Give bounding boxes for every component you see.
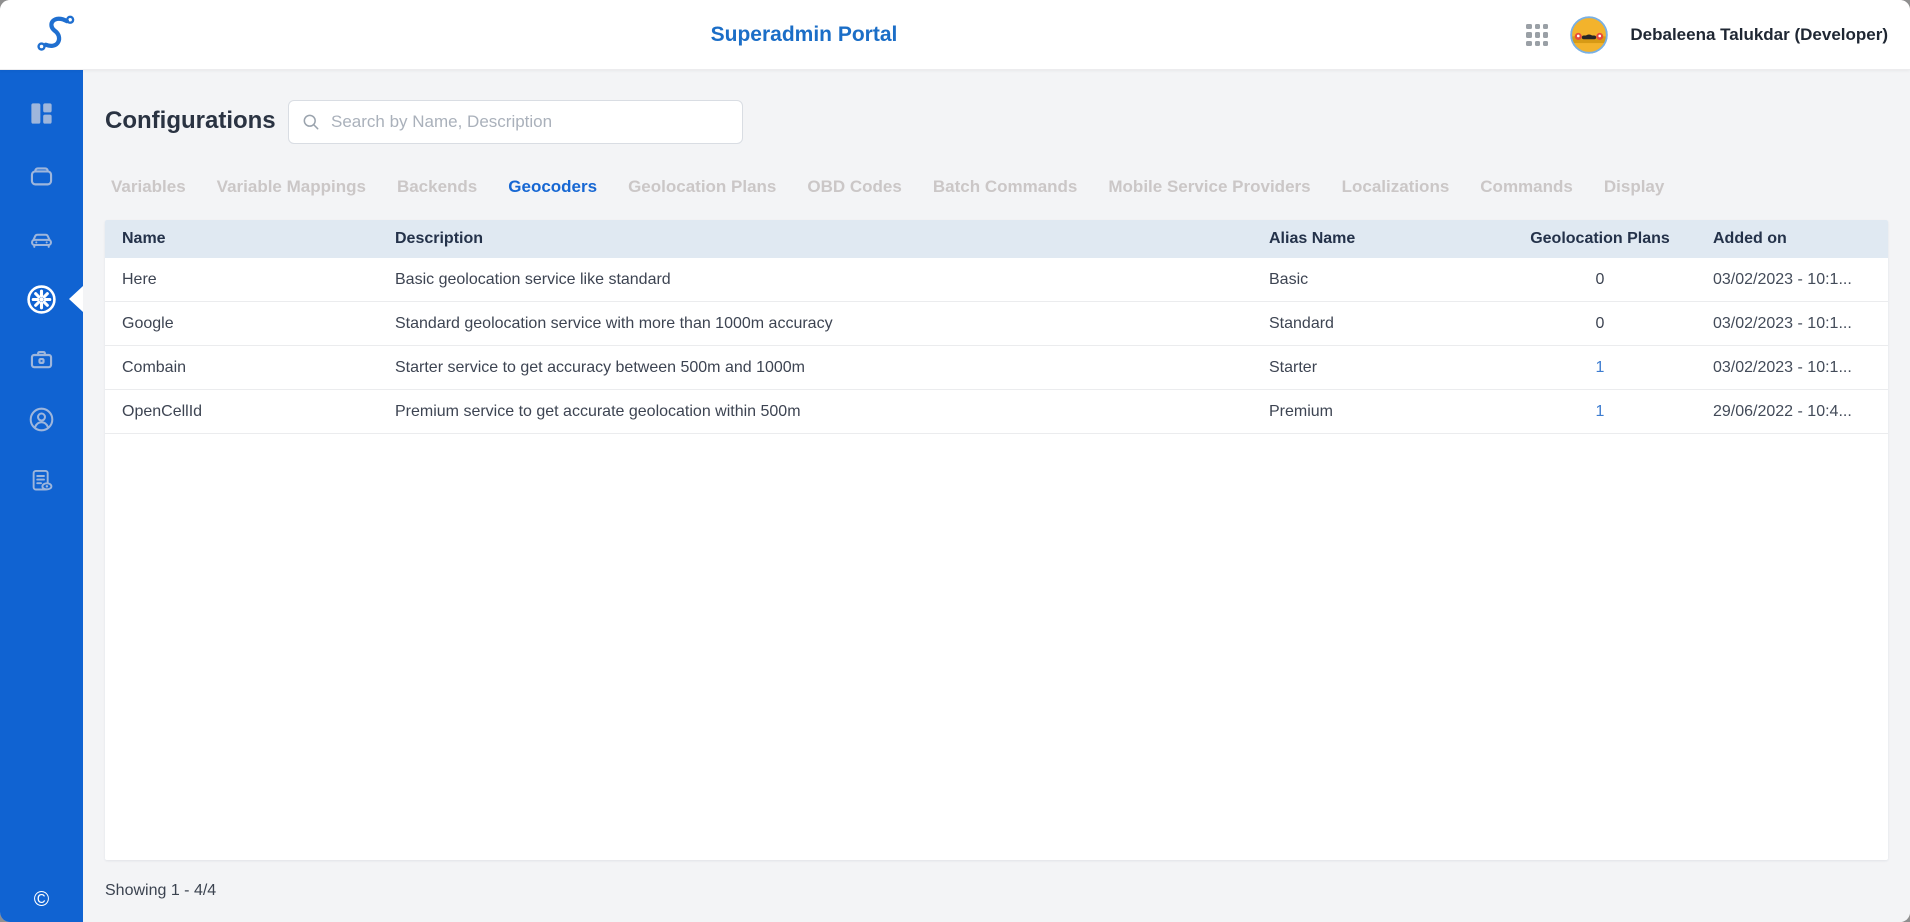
tab-display[interactable]: Display: [1604, 177, 1664, 197]
table-row-combain[interactable]: CombainStarter service to get accuracy b…: [105, 346, 1888, 390]
cell-alias: Standard: [1252, 315, 1520, 333]
tab-obd-codes[interactable]: OBD Codes: [807, 177, 901, 197]
geolocation-plans-link[interactable]: 1: [1596, 359, 1605, 376]
tab-backends[interactable]: Backends: [397, 177, 477, 197]
tab-commands[interactable]: Commands: [1480, 177, 1573, 197]
car-icon: [28, 226, 55, 253]
column-header-alias-name: Alias Name: [1252, 230, 1520, 248]
table-row-here[interactable]: HereBasic geolocation service like stand…: [105, 258, 1888, 302]
cell-added: 29/06/2022 - 10:4...: [1680, 403, 1888, 421]
tab-geocoders[interactable]: Geocoders: [508, 177, 597, 197]
cell-description: Basic geolocation service like standard: [378, 271, 1252, 289]
sidebar-nav: ©: [0, 70, 83, 922]
top-header: Superadmin Portal Debaleena Talukdar (: [0, 0, 1910, 70]
user-avatar[interactable]: [1570, 16, 1608, 54]
column-header-description: Description: [378, 230, 1252, 248]
toolbox-icon: [28, 346, 55, 373]
tab-batch-commands[interactable]: Batch Commands: [933, 177, 1078, 197]
copyright-icon[interactable]: ©: [0, 888, 83, 912]
cell-plans: 1: [1520, 359, 1680, 377]
sidebar-item-devices[interactable]: [0, 150, 83, 202]
device-box-icon: [28, 163, 55, 190]
geocoders-table: NameDescriptionAlias NameGeolocation Pla…: [105, 220, 1888, 860]
search-icon: [301, 112, 321, 132]
tab-variable-mappings[interactable]: Variable Mappings: [217, 177, 366, 197]
tab-mobile-service-providers[interactable]: Mobile Service Providers: [1108, 177, 1310, 197]
page-title: Configurations: [105, 107, 276, 135]
document-view-icon: [28, 467, 55, 494]
app-logo-icon[interactable]: [30, 11, 78, 59]
cell-name: Combain: [105, 359, 378, 377]
sidebar-item-accounts[interactable]: [0, 393, 83, 445]
active-item-indicator: [69, 286, 83, 312]
cell-alias: Basic: [1252, 271, 1520, 289]
cell-added: 03/02/2023 - 10:1...: [1680, 359, 1888, 377]
cell-plans: 0: [1520, 271, 1680, 289]
tab-geolocation-plans[interactable]: Geolocation Plans: [628, 177, 776, 197]
topbar-right-group: Debaleena Talukdar (Developer): [1526, 0, 1888, 70]
column-header-name: Name: [105, 230, 378, 248]
user-name[interactable]: Debaleena Talukdar (Developer): [1630, 25, 1888, 45]
table-row-opencellid[interactable]: OpenCellIdPremium service to get accurat…: [105, 390, 1888, 434]
column-header-geolocation-plans: Geolocation Plans: [1520, 230, 1680, 248]
cell-description: Standard geolocation service with more t…: [378, 315, 1252, 333]
column-header-added-on: Added on: [1680, 230, 1888, 248]
cell-plans: 1: [1520, 403, 1680, 421]
cell-name: Here: [105, 271, 378, 289]
cell-name: OpenCellId: [105, 403, 378, 421]
cell-alias: Premium: [1252, 403, 1520, 421]
table-header-row: NameDescriptionAlias NameGeolocation Pla…: [105, 220, 1888, 258]
main-content: Configurations Variables Variable Mapping…: [83, 70, 1910, 922]
table-row-google[interactable]: GoogleStandard geolocation service with …: [105, 302, 1888, 346]
cell-added: 03/02/2023 - 10:1...: [1680, 315, 1888, 333]
sidebar-item-toolbox[interactable]: [0, 333, 83, 385]
cell-description: Premium service to get accurate geolocat…: [378, 403, 1252, 421]
pagination-status: Showing 1 - 4/4: [105, 882, 216, 900]
cell-alias: Starter: [1252, 359, 1520, 377]
apps-grid-icon[interactable]: [1526, 24, 1548, 46]
gear-asterisk-icon: [26, 284, 57, 315]
superadmin-portal-window: Superadmin Portal Debaleena Talukdar (: [0, 0, 1910, 922]
page-title-center: Superadmin Portal: [711, 23, 898, 47]
sidebar-item-reports[interactable]: [0, 454, 83, 506]
dashboard-icon: [28, 100, 55, 127]
person-circle-icon: [28, 406, 55, 433]
cell-name: Google: [105, 315, 378, 333]
search-input[interactable]: [331, 112, 730, 132]
table-body: HereBasic geolocation service like stand…: [105, 258, 1888, 434]
sidebar-item-dashboard[interactable]: [0, 87, 83, 139]
cell-added: 03/02/2023 - 10:1...: [1680, 271, 1888, 289]
tab-bar: Variables Variable Mappings Backends Geocod…: [111, 170, 1900, 204]
tab-variables[interactable]: Variables: [111, 177, 186, 197]
cell-description: Starter service to get accuracy between …: [378, 359, 1252, 377]
cell-plans: 0: [1520, 315, 1680, 333]
tab-localizations[interactable]: Localizations: [1342, 177, 1450, 197]
sidebar-item-vehicles[interactable]: [0, 213, 83, 265]
search-box[interactable]: [288, 100, 743, 144]
geolocation-plans-link[interactable]: 1: [1596, 403, 1605, 420]
